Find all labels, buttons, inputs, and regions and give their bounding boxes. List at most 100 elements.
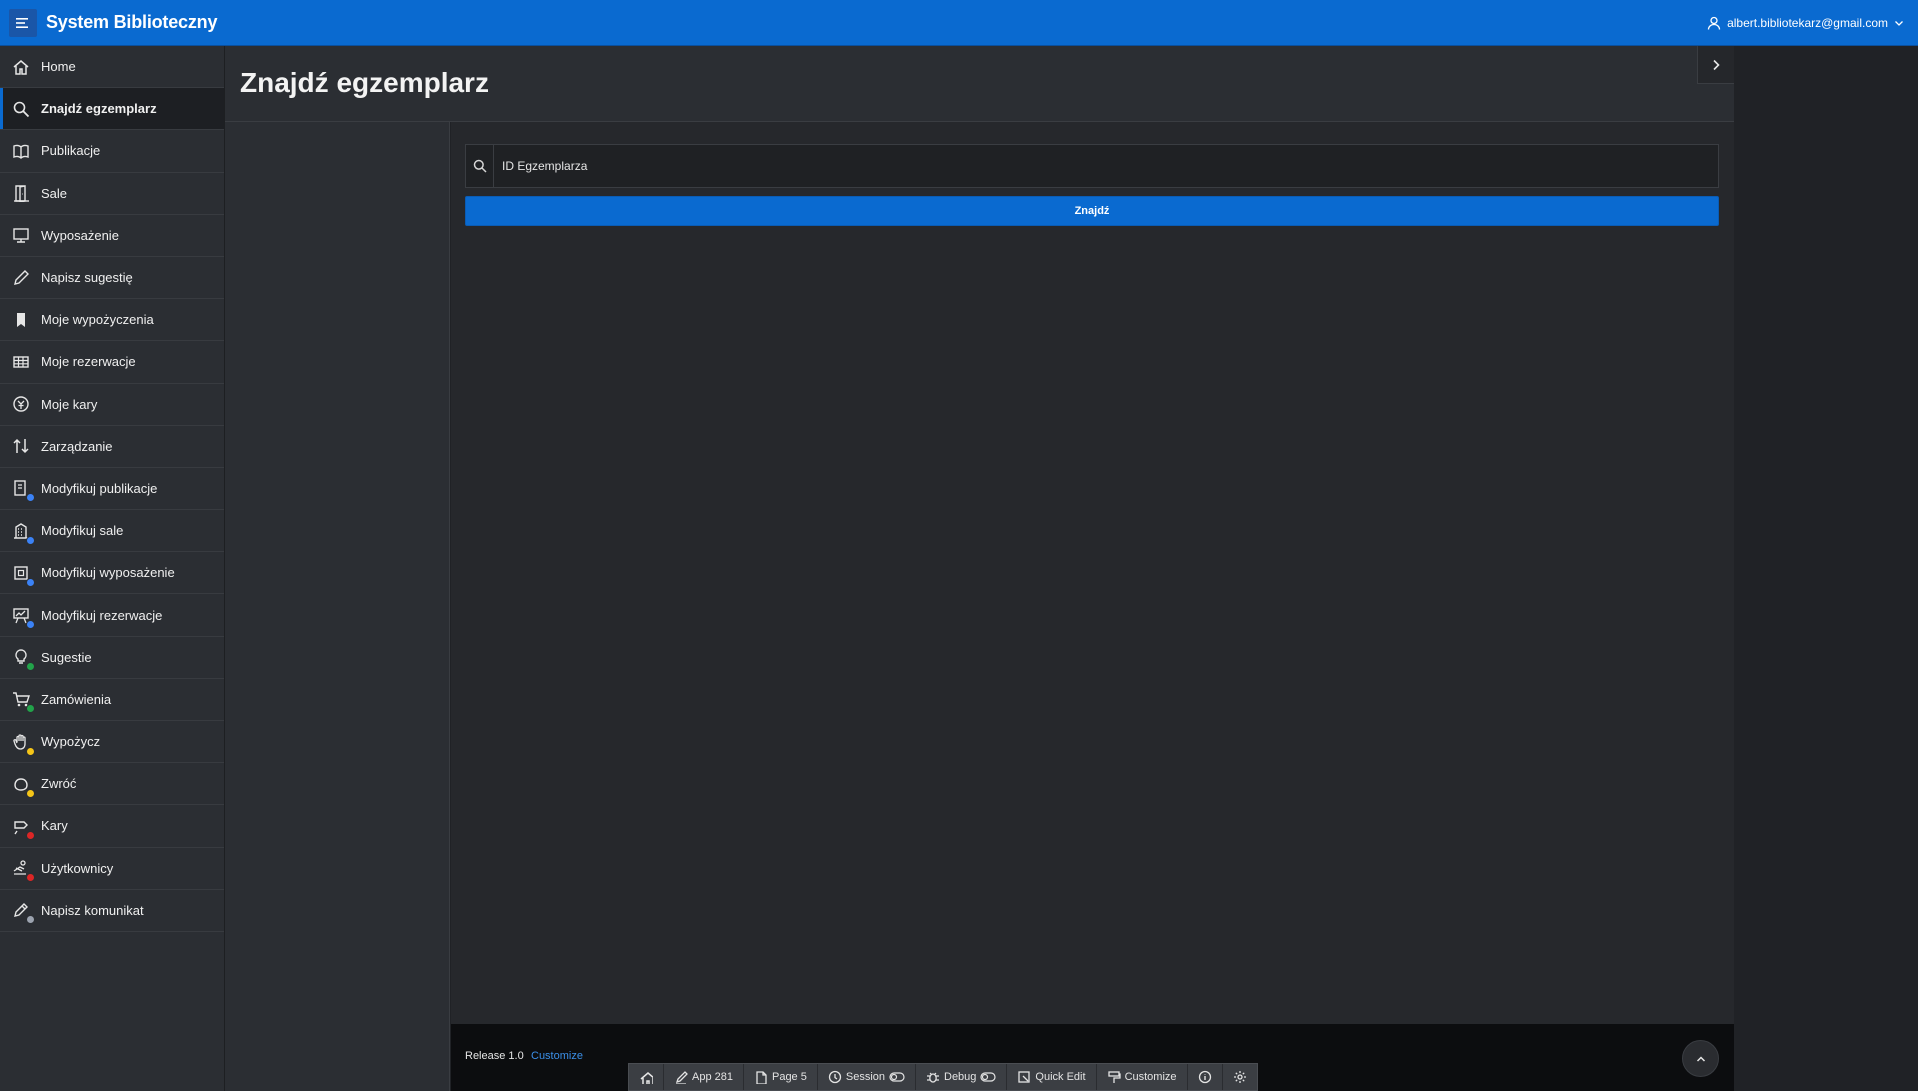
sidebar-item-sale[interactable]: Sale xyxy=(0,173,224,215)
quick-edit-icon xyxy=(1017,1070,1031,1084)
edit-icon xyxy=(674,1070,688,1084)
sidebar-item-label: Znajdź egzemplarz xyxy=(41,101,157,117)
sidebar-item-label: Zwróć xyxy=(41,776,77,792)
sidebar-item-zamowienia[interactable]: Zamówienia xyxy=(0,679,224,721)
sidebar-item-label: Moje rezerwacje xyxy=(41,354,136,370)
item-id-input[interactable] xyxy=(502,146,1718,186)
sidebar-item-modyfikuj-wyposazenie[interactable]: Modyfikuj wyposażenie xyxy=(0,552,224,595)
devbar-quick-edit-button[interactable]: Quick Edit xyxy=(1007,1064,1097,1090)
page-title: Znajdź egzemplarz xyxy=(240,67,489,98)
sidebar-item-label: Zarządzanie xyxy=(41,438,113,454)
sidebar-item-label: Moje wypożyczenia xyxy=(41,312,154,328)
presentation-edit-icon xyxy=(10,604,35,630)
users-icon xyxy=(10,857,35,883)
sidebar-item-modyfikuj-publikacje[interactable]: Modyfikuj publikacje xyxy=(0,468,224,511)
return-hand-icon xyxy=(10,773,35,798)
sidebar-item-label: Modyfikuj rezerwacje xyxy=(41,607,163,623)
sidebar-item-zwroc[interactable]: Zwróć xyxy=(0,763,224,806)
chip-edit-icon xyxy=(10,562,35,587)
customize-link[interactable]: Customize xyxy=(531,1050,583,1062)
sidebar-item-sugestie[interactable]: Sugestie xyxy=(0,637,224,679)
devbar-info-button[interactable] xyxy=(1188,1064,1223,1090)
sidebar-item-moje-rezerwacje[interactable]: Moje rezerwacje xyxy=(0,341,224,384)
sidebar-item-moje-kary[interactable]: Moje kary xyxy=(0,384,224,426)
search-field xyxy=(465,144,1719,188)
devbar-app-281-button[interactable]: App 281 xyxy=(664,1064,744,1090)
status-badge xyxy=(26,535,35,545)
devbar-debug-button[interactable]: Debug xyxy=(916,1064,1008,1090)
devbar-gear-button[interactable] xyxy=(1223,1064,1257,1090)
sidebar-item-label: Modyfikuj publikacje xyxy=(41,480,158,496)
home-icon xyxy=(639,1070,653,1084)
sidebar-item-wypozycz[interactable]: Wypożycz xyxy=(0,721,224,764)
pencil-icon xyxy=(10,267,32,289)
user-email: albert.bibliotekarz@gmail.com xyxy=(1727,16,1888,30)
info-icon xyxy=(1198,1070,1212,1084)
sidebar-item-label: Home xyxy=(41,59,76,75)
paint-roller-icon xyxy=(1107,1070,1121,1084)
search-icon xyxy=(466,144,494,188)
left-column xyxy=(225,122,450,1091)
sidebar-item-label: Moje kary xyxy=(41,396,98,412)
sidebar-item-label: Publikacje xyxy=(41,143,101,159)
gear-icon xyxy=(1233,1070,1247,1084)
bug-icon xyxy=(926,1070,940,1084)
monitor-icon xyxy=(10,224,32,246)
sidebar-item-moje-wypozyczenia[interactable]: Moje wypożyczenia xyxy=(0,299,224,342)
cart-icon xyxy=(10,688,35,714)
lightbulb-icon xyxy=(10,646,35,672)
toggle-icon xyxy=(889,1072,905,1082)
user-menu[interactable]: albert.bibliotekarz@gmail.com xyxy=(1707,0,1904,46)
bookmark-icon xyxy=(10,309,32,331)
status-badge xyxy=(26,577,35,587)
sidebar-item-label: Napisz sugestię xyxy=(41,270,133,286)
session-icon xyxy=(828,1070,842,1084)
devbar-label: App 281 xyxy=(692,1071,733,1083)
status-badge xyxy=(26,788,35,798)
find-button[interactable]: Znajdź xyxy=(465,196,1719,226)
status-badge xyxy=(26,830,35,840)
hamburger-icon[interactable] xyxy=(9,8,37,37)
devbar-session-button[interactable]: Session xyxy=(818,1064,916,1090)
sidebar-item-kary[interactable]: Kary xyxy=(0,805,224,848)
sidebar-item-label: Wyposażenie xyxy=(41,227,119,243)
devbar-label: Customize xyxy=(1124,1071,1177,1083)
expand-right-button[interactable] xyxy=(1697,46,1734,84)
sidebar-item-napisz-sugestie[interactable]: Napisz sugestię xyxy=(0,257,224,300)
devbar-customize-button[interactable]: Customize xyxy=(1097,1064,1188,1090)
scroll-to-top-button[interactable] xyxy=(1682,1040,1719,1077)
status-badge xyxy=(26,704,35,714)
top-bar: System Biblioteczny albert.bibliotekarz@… xyxy=(0,0,1918,46)
sidebar-item-label: Sale xyxy=(41,185,68,201)
sidebar-item-label: Modyfikuj wyposażenie xyxy=(41,565,175,581)
status-badge xyxy=(26,620,35,630)
sidebar-nav: Home Znajdź egzemplarz Publikacje Sale Wypos… xyxy=(0,46,225,1091)
sidebar-item-wyposazenie[interactable]: Wyposażenie xyxy=(0,215,224,257)
sidebar-item-label: Kary xyxy=(41,818,68,834)
devbar-page-5-button[interactable]: Page 5 xyxy=(744,1064,818,1090)
devbar-label: Quick Edit xyxy=(1035,1071,1086,1083)
sidebar-item-publikacje[interactable]: Publikacje xyxy=(0,130,224,173)
status-badge xyxy=(26,662,35,672)
sidebar-item-modyfikuj-sale[interactable]: Modyfikuj sale xyxy=(0,510,224,553)
devbar-label: Session xyxy=(845,1071,885,1083)
app-title[interactable]: System Biblioteczny xyxy=(46,12,217,33)
book-open-icon xyxy=(10,140,32,162)
home-icon xyxy=(10,56,32,78)
sidebar-item-zarzadzanie[interactable]: Zarządzanie xyxy=(0,426,224,468)
status-badge xyxy=(26,493,35,503)
page-header: Znajdź egzemplarz xyxy=(225,46,1734,122)
sidebar-item-znajdz-egzemplarz[interactable]: Znajdź egzemplarz xyxy=(0,88,224,131)
sidebar-item-napisz-komunikat[interactable]: Napisz komunikat xyxy=(0,890,224,932)
devbar-label: Page 5 xyxy=(771,1071,807,1083)
status-badge xyxy=(26,746,35,756)
book-edit-icon xyxy=(10,477,35,503)
coin-icon xyxy=(10,393,32,415)
sidebar-item-home[interactable]: Home xyxy=(0,46,224,89)
sidebar-item-uzytkownicy[interactable]: Użytkownicy xyxy=(0,848,224,890)
devbar-home-button[interactable] xyxy=(629,1064,664,1090)
toggle-icon xyxy=(980,1072,997,1082)
sidebar-item-label: Modyfikuj sale xyxy=(41,523,124,539)
chevron-down-icon xyxy=(1894,18,1904,28)
sidebar-item-modyfikuj-rezerwacje[interactable]: Modyfikuj rezerwacje xyxy=(0,594,224,637)
